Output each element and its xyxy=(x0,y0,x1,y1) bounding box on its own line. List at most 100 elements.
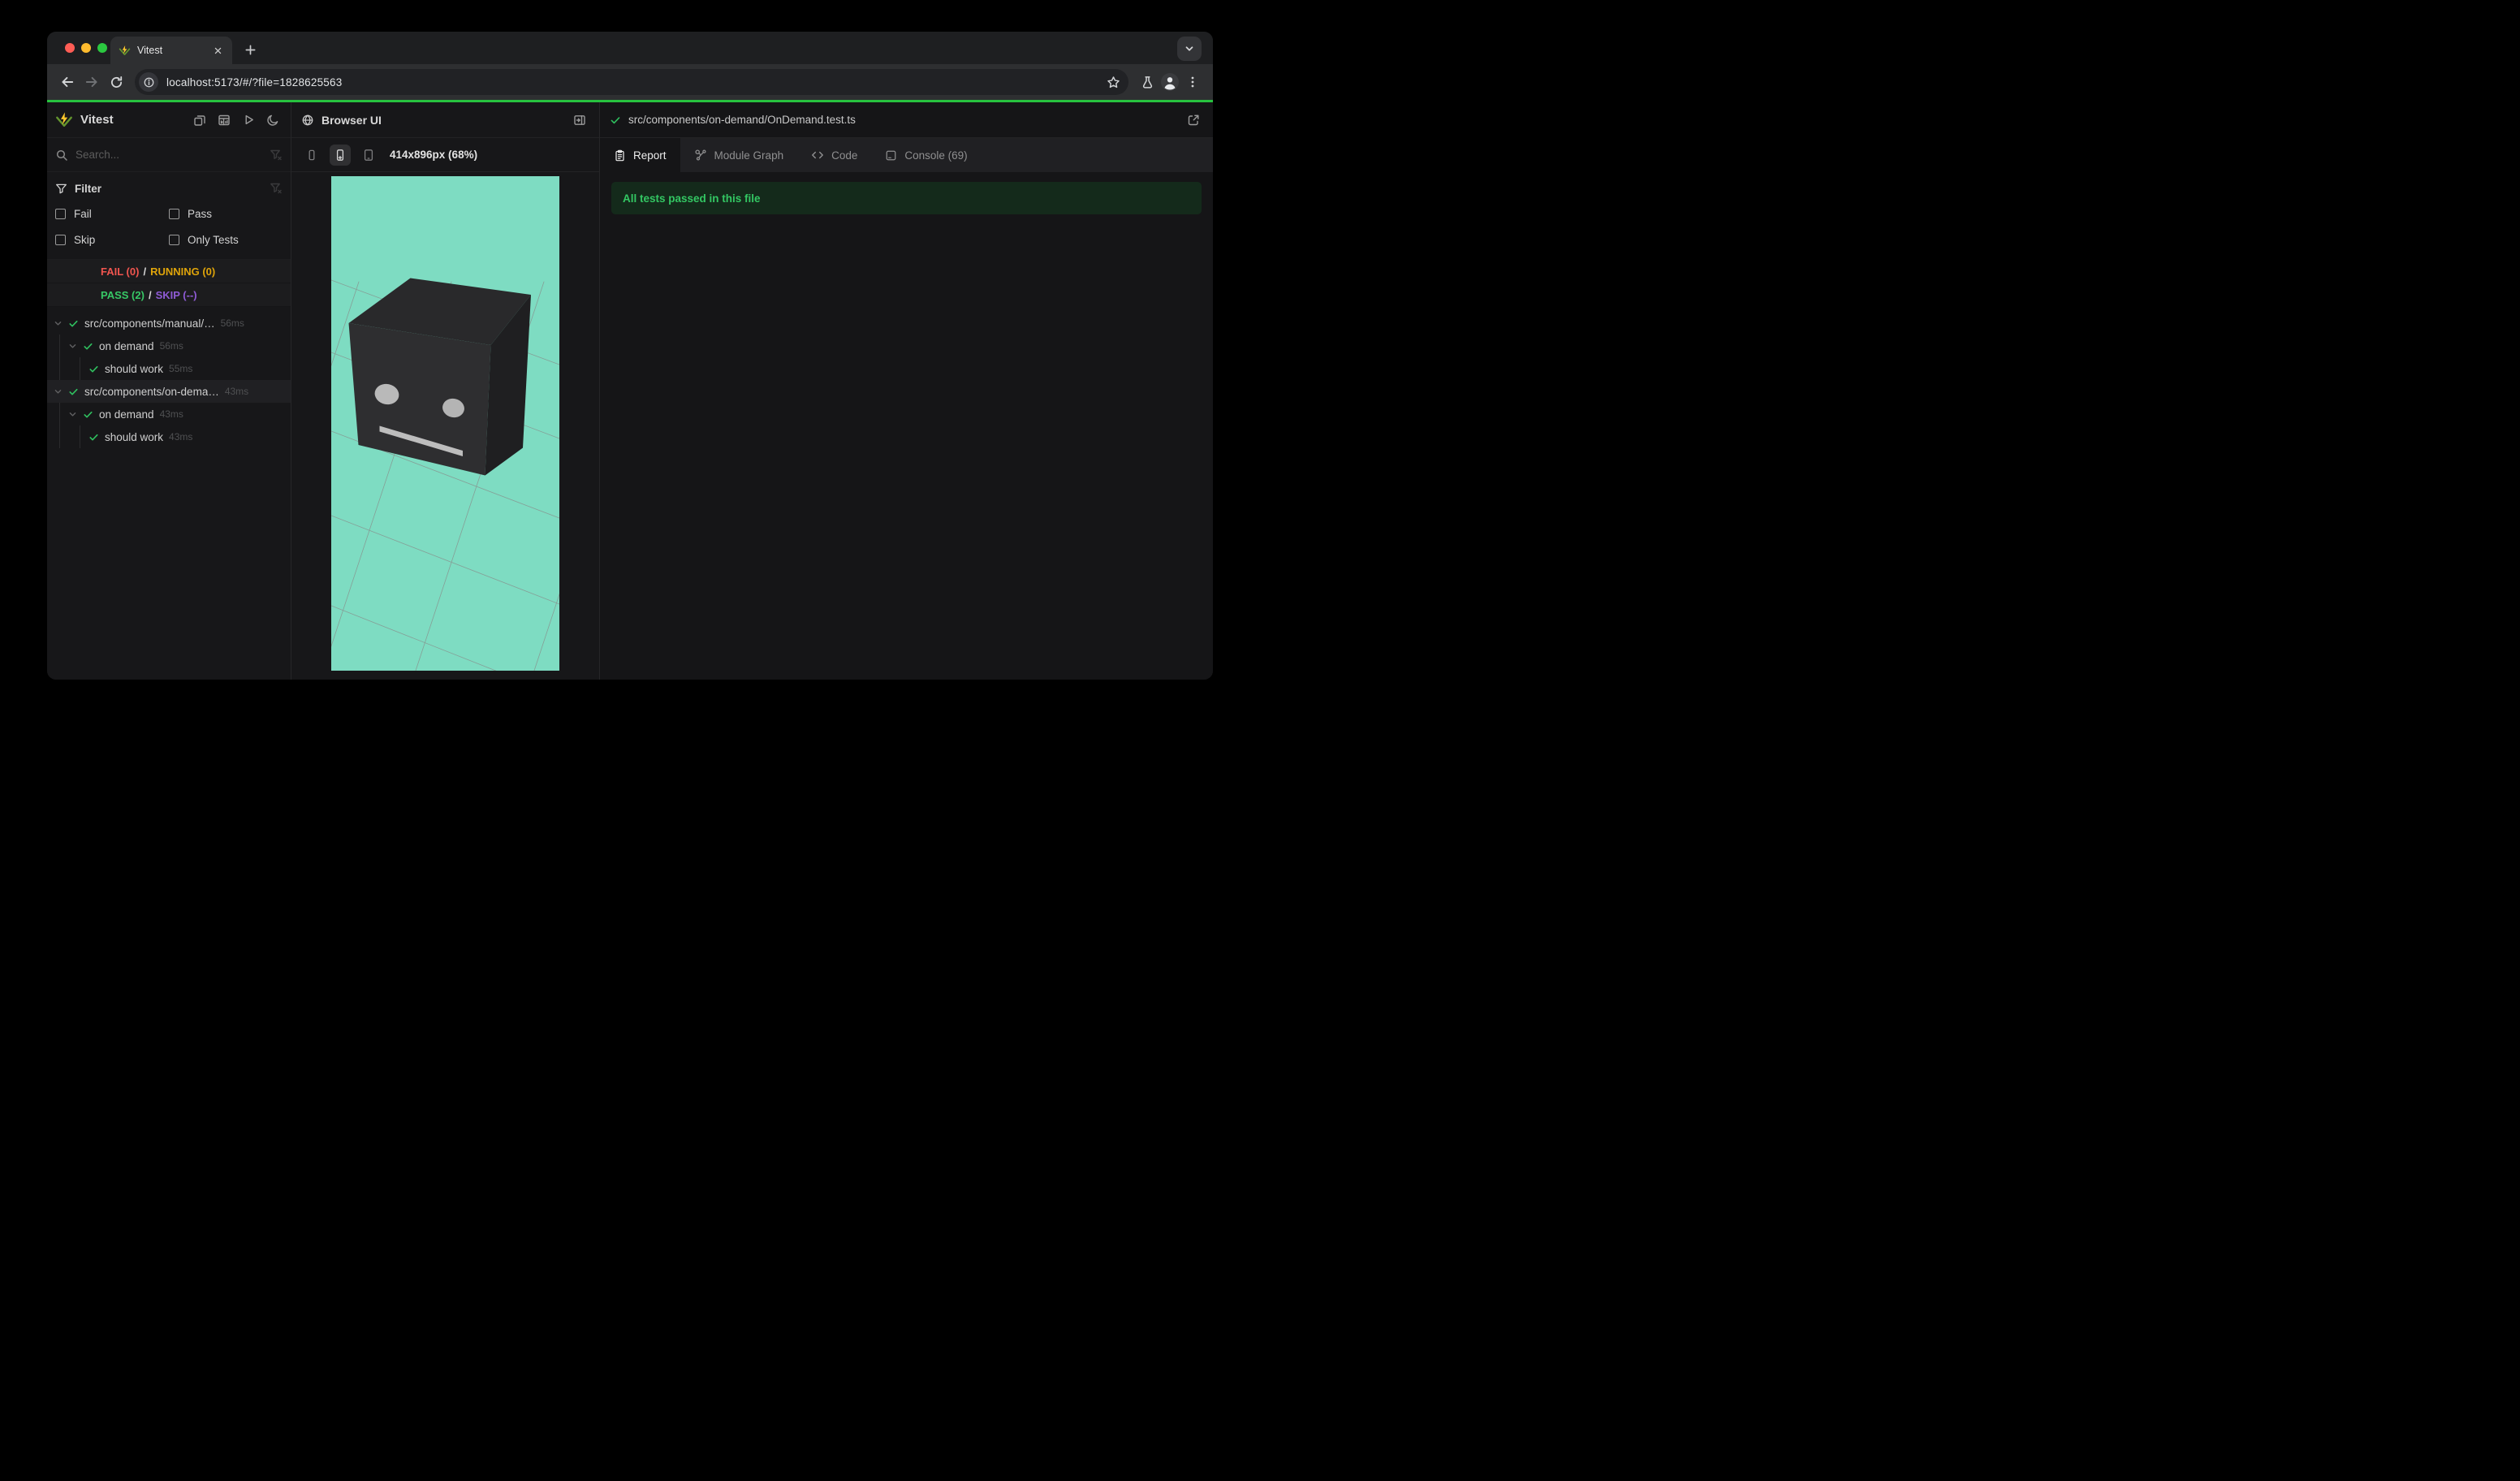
zoom-window-button[interactable] xyxy=(97,43,107,53)
url-text[interactable]: localhost:5173/#/?file=1828625563 xyxy=(166,76,1102,89)
chevron-down-icon[interactable] xyxy=(54,319,63,328)
experiments-button[interactable] xyxy=(1135,70,1159,94)
tab-search-button[interactable] xyxy=(1177,37,1202,61)
bookmark-button[interactable] xyxy=(1102,71,1124,93)
console-icon xyxy=(887,150,896,160)
tree-suite-row[interactable]: on demand 43ms xyxy=(60,403,291,425)
clear-search-filter-button[interactable] xyxy=(270,149,283,162)
tree-group: src/components/manual/… 56ms on demand 5… xyxy=(47,312,291,380)
tree-suite-row[interactable]: on demand 56ms xyxy=(60,335,291,357)
tab-strip: Vitest xyxy=(47,32,1213,64)
reload-button[interactable] xyxy=(104,70,128,94)
clear-filters-button[interactable] xyxy=(270,182,283,195)
pass-label: Pass xyxy=(188,208,213,220)
only-tests-label: Only Tests xyxy=(188,234,239,246)
filter-header: Filter xyxy=(55,182,283,195)
chevron-down-icon[interactable] xyxy=(54,387,63,396)
fail-checkbox[interactable] xyxy=(55,209,66,219)
device-tablet-button[interactable] xyxy=(358,145,379,166)
back-button[interactable] xyxy=(55,70,80,94)
new-tab-button[interactable] xyxy=(239,38,261,61)
test-tree: src/components/manual/… 56ms on demand 5… xyxy=(47,307,291,680)
browser-ui-panel: Browser UI 414x896px (68%) xyxy=(291,102,600,680)
site-info-button[interactable] xyxy=(139,72,158,92)
check-icon xyxy=(84,411,93,417)
minimize-window-button[interactable] xyxy=(81,43,91,53)
tab-report[interactable]: Report xyxy=(600,138,680,172)
moon-icon xyxy=(267,114,278,126)
tree-test-row[interactable]: should work 55ms xyxy=(80,357,291,380)
phone-plus-icon xyxy=(336,149,344,161)
skip-checkbox[interactable] xyxy=(55,235,66,245)
funnel-icon xyxy=(56,184,67,193)
avatar-icon xyxy=(1161,73,1179,91)
filter-title: Filter xyxy=(75,182,102,195)
globe-icon xyxy=(302,114,313,125)
summary-line-2: PASS (2) / SKIP (--) xyxy=(47,283,291,307)
check-icon xyxy=(69,388,78,395)
play-icon xyxy=(245,114,253,125)
device-toolbar: 414x896px (68%) xyxy=(291,138,599,172)
tree-file-row-selected[interactable]: src/components/on-dema… 43ms xyxy=(47,380,291,403)
forward-arrow-icon xyxy=(85,76,97,88)
tab-code[interactable]: Code xyxy=(797,138,871,172)
browser-menu-button[interactable] xyxy=(1180,70,1205,94)
tree-children: should work 55ms xyxy=(80,357,291,380)
check-icon xyxy=(89,365,98,372)
viewport-size-label: 414x896px (68%) xyxy=(390,149,478,161)
profile-button[interactable] xyxy=(1159,71,1180,93)
theme-toggle-button[interactable] xyxy=(263,110,283,130)
pass-count: PASS (2) xyxy=(101,288,145,301)
browser-toolbar: localhost:5173/#/?file=1828625563 xyxy=(47,64,1213,100)
results-summary: FAIL (0) / RUNNING (0) PASS (2) / SKIP (… xyxy=(47,260,291,307)
check-icon xyxy=(84,343,93,349)
vitest-favicon xyxy=(119,45,131,55)
browser-ui-title: Browser UI xyxy=(321,113,382,127)
star-icon xyxy=(1107,76,1120,88)
clipboard-icon xyxy=(615,149,624,161)
summary-line-1: FAIL (0) / RUNNING (0) xyxy=(47,260,291,283)
dock-panel-button[interactable] xyxy=(570,110,589,130)
device-phone-plus-button[interactable] xyxy=(330,144,351,166)
tab-console[interactable]: Console (69) xyxy=(871,138,981,172)
browser-ui-header: Browser UI xyxy=(291,102,599,138)
sidebar-header: Vitest xyxy=(47,102,291,138)
browser-tab-vitest[interactable]: Vitest xyxy=(110,37,232,64)
tree-test-row[interactable]: should work 43ms xyxy=(80,425,291,448)
windows-icon xyxy=(194,114,205,126)
open-in-editor-button[interactable] xyxy=(1184,110,1203,130)
running-count: RUNNING (0) xyxy=(150,265,216,278)
filter-x-icon xyxy=(270,183,282,194)
cube-front-face xyxy=(348,323,491,476)
info-icon xyxy=(144,77,153,87)
close-window-button[interactable] xyxy=(65,43,75,53)
filter-option-skip: Skip xyxy=(55,234,169,246)
three-dots-icon xyxy=(1191,76,1194,88)
address-bar[interactable]: localhost:5173/#/?file=1828625563 xyxy=(135,69,1128,95)
check-icon xyxy=(69,320,78,326)
device-small-phone-button[interactable] xyxy=(301,145,322,166)
dashboard-button[interactable] xyxy=(214,110,234,130)
search-input[interactable] xyxy=(76,149,270,161)
plus-icon xyxy=(245,45,255,54)
chevron-down-icon xyxy=(1185,46,1193,51)
external-link-icon xyxy=(1188,114,1199,125)
test-viewport[interactable] xyxy=(331,176,559,671)
pass-checkbox[interactable] xyxy=(169,209,179,219)
only-tests-checkbox[interactable] xyxy=(169,235,179,245)
check-icon xyxy=(89,434,98,440)
chevron-down-icon[interactable] xyxy=(68,342,77,351)
tree-file-row[interactable]: src/components/manual/… 56ms xyxy=(47,312,291,335)
run-all-button[interactable] xyxy=(239,110,258,130)
fail-label: Fail xyxy=(74,208,92,220)
forward-button[interactable] xyxy=(80,70,104,94)
filter-option-fail: Fail xyxy=(55,208,169,220)
dashboard-windows-button[interactable] xyxy=(190,110,209,130)
report-header: src/components/on-demand/OnDemand.test.t… xyxy=(600,102,1213,138)
tab-close-icon[interactable] xyxy=(211,44,224,57)
report-panel: src/components/on-demand/OnDemand.test.t… xyxy=(600,102,1213,680)
report-tabbar: Report Module Graph Code Console (69) xyxy=(600,138,1213,172)
tab-module-graph[interactable]: Module Graph xyxy=(680,138,798,172)
flask-icon xyxy=(1142,76,1152,89)
chevron-down-icon[interactable] xyxy=(68,410,77,419)
